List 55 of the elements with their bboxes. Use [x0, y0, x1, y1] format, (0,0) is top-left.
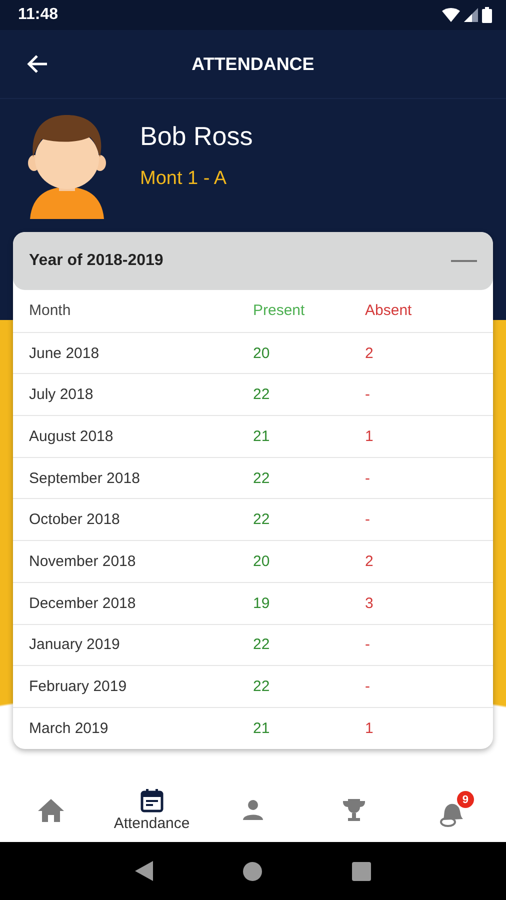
nav-tab[interactable]: [242, 798, 264, 820]
column-header: Present: [253, 302, 306, 320]
month-cell-text: November 2018: [29, 552, 137, 570]
absent-cell-text: 3: [365, 594, 374, 612]
absent-cell-text: 2: [365, 552, 374, 570]
present-cell-text: 21: [253, 720, 271, 737]
column-header: Absent: [365, 302, 413, 320]
screen-title: ATTENDANCE: [192, 54, 314, 74]
status-time: 11:48: [18, 6, 58, 24]
trophy-icon: [341, 796, 368, 822]
month-cell-text: January 2019: [29, 636, 121, 654]
class-label: Mont 1 - A: [140, 168, 228, 190]
home-icon[interactable]: [243, 862, 262, 880]
month-cell-text: June 2018: [29, 344, 100, 362]
present-cell-text: 20: [253, 344, 271, 362]
person-icon: [242, 798, 264, 820]
present-cell-text: 22: [253, 470, 271, 487]
present-cell-text: 22: [253, 636, 271, 654]
present-cell-text: 22: [253, 511, 271, 528]
nav-tab[interactable]: Attendance: [114, 788, 190, 832]
nav-tab[interactable]: 9: [436, 791, 474, 828]
absent-cell-text: -: [365, 470, 371, 487]
absent-cell-text: -: [365, 636, 371, 654]
month-cell-text: July 2018: [29, 386, 94, 404]
year-title: Year of 2018-2019: [29, 252, 164, 270]
wifi-icon: [442, 8, 460, 22]
absent-cell-text: -: [365, 511, 371, 528]
absent-cell-text: 1: [365, 720, 374, 737]
present-cell-text: 22: [253, 678, 271, 696]
present-cell-text: 22: [253, 386, 271, 404]
month-cell-text: February 2019: [29, 678, 128, 696]
absent-cell-text: 1: [365, 428, 374, 445]
avatar-icon: [28, 115, 106, 219]
home-icon: [36, 796, 65, 822]
column-header: Month: [29, 302, 72, 320]
absent-cell-text: -: [365, 386, 371, 404]
present-cell-text: 19: [253, 594, 271, 612]
month-cell-text: March 2019: [29, 720, 110, 737]
month-cell-text: December 2018: [29, 594, 137, 612]
month-cell-text: August 2018: [29, 428, 114, 445]
student-name: Bob Ross: [140, 121, 253, 152]
recents-icon[interactable]: [352, 862, 371, 880]
signal-icon: [464, 8, 478, 22]
absent-cell-text: -: [365, 678, 371, 696]
nav-tab[interactable]: [36, 796, 65, 822]
notification-count: 9: [456, 791, 474, 808]
absent-cell-text: 2: [365, 344, 374, 362]
back-icon[interactable]: [135, 861, 153, 881]
calendar-icon: [140, 788, 164, 812]
present-cell-text: 21: [253, 428, 271, 445]
month-cell-text: September 2018: [29, 470, 141, 487]
present-cell-text: 20: [253, 552, 271, 570]
battery-icon: [482, 7, 492, 23]
month-cell-text: October 2018: [29, 511, 121, 528]
nav-tab[interactable]: [341, 796, 368, 822]
